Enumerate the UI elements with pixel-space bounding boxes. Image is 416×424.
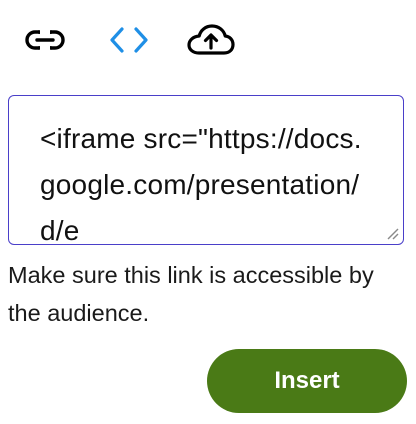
code-icon	[107, 25, 151, 55]
cloud-upload-icon	[187, 23, 235, 57]
embed-code-textarea[interactable]: <iframe src="https://docs.google.com/pre…	[8, 95, 404, 245]
accessibility-hint: Make sure this link is accessible by the…	[8, 262, 374, 326]
embed-source-toolbar	[0, 0, 416, 80]
insert-button[interactable]: Insert	[207, 349, 407, 413]
link-tab[interactable]	[21, 20, 69, 60]
resize-handle-icon[interactable]	[385, 226, 399, 240]
link-icon	[25, 28, 65, 52]
embed-code-value[interactable]: <iframe src="https://docs.google.com/pre…	[40, 116, 375, 244]
embed-code-tab[interactable]	[105, 20, 153, 60]
upload-tab[interactable]	[187, 20, 235, 60]
